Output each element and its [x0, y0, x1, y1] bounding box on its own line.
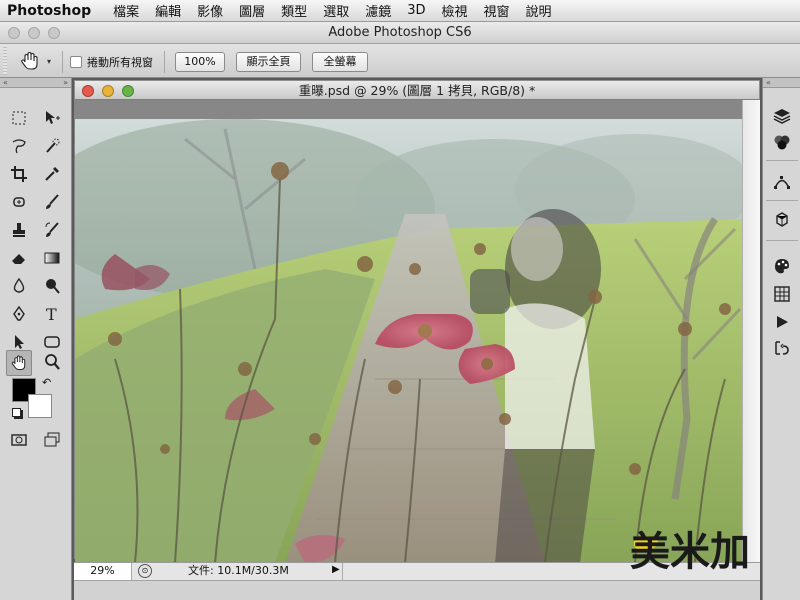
panel-dock-header[interactable]: «: [763, 78, 800, 88]
app-zoom-button[interactable]: [48, 27, 60, 39]
scroll-all-windows-checkbox[interactable]: [70, 56, 82, 68]
quick-selection-icon[interactable]: [40, 134, 64, 158]
menu-app-name[interactable]: Photoshop: [0, 3, 105, 19]
scroll-all-windows-label: 捲動所有視窗: [87, 56, 153, 69]
fit-screen-button[interactable]: 顯示全頁: [236, 52, 301, 72]
dock-separator: [766, 160, 798, 161]
watermark-text: 美米加: [630, 529, 750, 575]
swap-colors-icon[interactable]: ↶: [42, 376, 51, 389]
swatches-icon[interactable]: [770, 254, 794, 278]
menu-type[interactable]: 類型: [273, 1, 315, 20]
quick-mask-icon[interactable]: [7, 428, 31, 452]
double-exposure-photo[interactable]: [75, 119, 742, 563]
document-title: 重曝.psd @ 29% (圖層 1 拷貝, RGB/8) *: [298, 83, 536, 98]
spot-heal-icon[interactable]: [7, 190, 31, 214]
menu-image[interactable]: 影像: [189, 1, 231, 20]
screen-mode-icon[interactable]: [40, 428, 64, 452]
dock-separator: [766, 240, 798, 241]
grid-icon[interactable]: [770, 282, 794, 306]
background-color-swatch[interactable]: [28, 394, 52, 418]
doc-zoom-button[interactable]: [122, 85, 134, 97]
menu-3d[interactable]: 3D: [399, 3, 433, 18]
menu-filter[interactable]: 濾鏡: [357, 1, 399, 20]
menu-help[interactable]: 說明: [518, 1, 560, 20]
layers-icon[interactable]: [770, 104, 794, 128]
menu-window[interactable]: 視窗: [476, 1, 518, 20]
tools-panel-header[interactable]: «»: [0, 78, 71, 88]
lasso-icon[interactable]: [7, 134, 31, 158]
pen-icon[interactable]: [7, 302, 31, 326]
actions-icon[interactable]: [770, 310, 794, 334]
options-bar: ▾ 捲動所有視窗 100% 顯示全頁 全螢幕: [0, 44, 800, 78]
status-info-icon[interactable]: ⊙: [138, 564, 152, 578]
grip-handle[interactable]: [3, 47, 7, 75]
3d-icon[interactable]: [770, 208, 794, 232]
default-colors-icon[interactable]: [12, 408, 21, 417]
options-separator: [164, 51, 165, 73]
gradient-icon[interactable]: [40, 246, 64, 270]
options-separator: [62, 51, 63, 73]
app-minimize-button[interactable]: [28, 27, 40, 39]
eraser-icon[interactable]: [7, 246, 31, 270]
document-size-info: 文件: 10.1M/30.3M: [188, 564, 289, 577]
type-icon[interactable]: T: [40, 302, 64, 326]
hand-icon[interactable]: [6, 350, 32, 376]
doc-minimize-button[interactable]: [102, 85, 114, 97]
zoom-icon[interactable]: [40, 350, 64, 374]
fill-screen-button[interactable]: 全螢幕: [312, 52, 368, 72]
menu-select[interactable]: 選取: [315, 1, 357, 20]
eyedropper-icon[interactable]: [40, 162, 64, 186]
crop-icon[interactable]: [7, 162, 31, 186]
zoom-level-field[interactable]: 29%: [74, 563, 132, 580]
document-window: 重曝.psd @ 29% (圖層 1 拷貝, RGB/8) * 29% ⊙ 文件…: [74, 80, 760, 600]
app-close-button[interactable]: [8, 27, 20, 39]
brush-icon[interactable]: [40, 190, 64, 214]
history-icon[interactable]: [770, 336, 794, 360]
preset-dropdown-chevron-icon[interactable]: ▾: [47, 57, 51, 66]
actual-pixels-button[interactable]: 100%: [175, 52, 225, 72]
app-title-bar: Adobe Photoshop CS6: [0, 22, 800, 44]
channels-icon[interactable]: [770, 130, 794, 154]
paths-icon[interactable]: [770, 170, 794, 194]
dodge-icon[interactable]: [40, 274, 64, 298]
svg-text:T: T: [46, 305, 57, 323]
menu-view[interactable]: 檢視: [434, 1, 476, 20]
move-icon[interactable]: [40, 106, 64, 130]
horizontal-scrollbar[interactable]: [74, 580, 760, 600]
watermark-logo: 美米加: [630, 528, 770, 576]
hand-tool-preset-icon[interactable]: [18, 49, 42, 73]
menu-file[interactable]: 檔案: [105, 1, 147, 20]
dock-separator: [766, 200, 798, 201]
menu-edit[interactable]: 編輯: [147, 1, 189, 20]
menu-layer[interactable]: 圖層: [231, 1, 273, 20]
status-menu-arrow-icon[interactable]: ▶: [332, 564, 340, 575]
clone-stamp-icon[interactable]: [7, 218, 31, 242]
status-separator: [342, 563, 343, 580]
menu-bar: Photoshop 檔案 編輯 影像 圖層 類型 選取 濾鏡 3D 檢視 視窗 …: [0, 0, 800, 22]
doc-close-button[interactable]: [82, 85, 94, 97]
marquee-icon[interactable]: [7, 106, 31, 130]
history-brush-icon[interactable]: [40, 218, 64, 242]
panel-dock: «: [762, 78, 800, 600]
app-title: Adobe Photoshop CS6: [328, 25, 472, 40]
document-title-bar: 重曝.psd @ 29% (圖層 1 拷貝, RGB/8) *: [74, 80, 760, 100]
vertical-scrollbar[interactable]: [742, 100, 760, 562]
blur-icon[interactable]: [7, 274, 31, 298]
canvas-area[interactable]: [74, 100, 760, 563]
tools-panel: «» T ↶: [0, 78, 72, 600]
